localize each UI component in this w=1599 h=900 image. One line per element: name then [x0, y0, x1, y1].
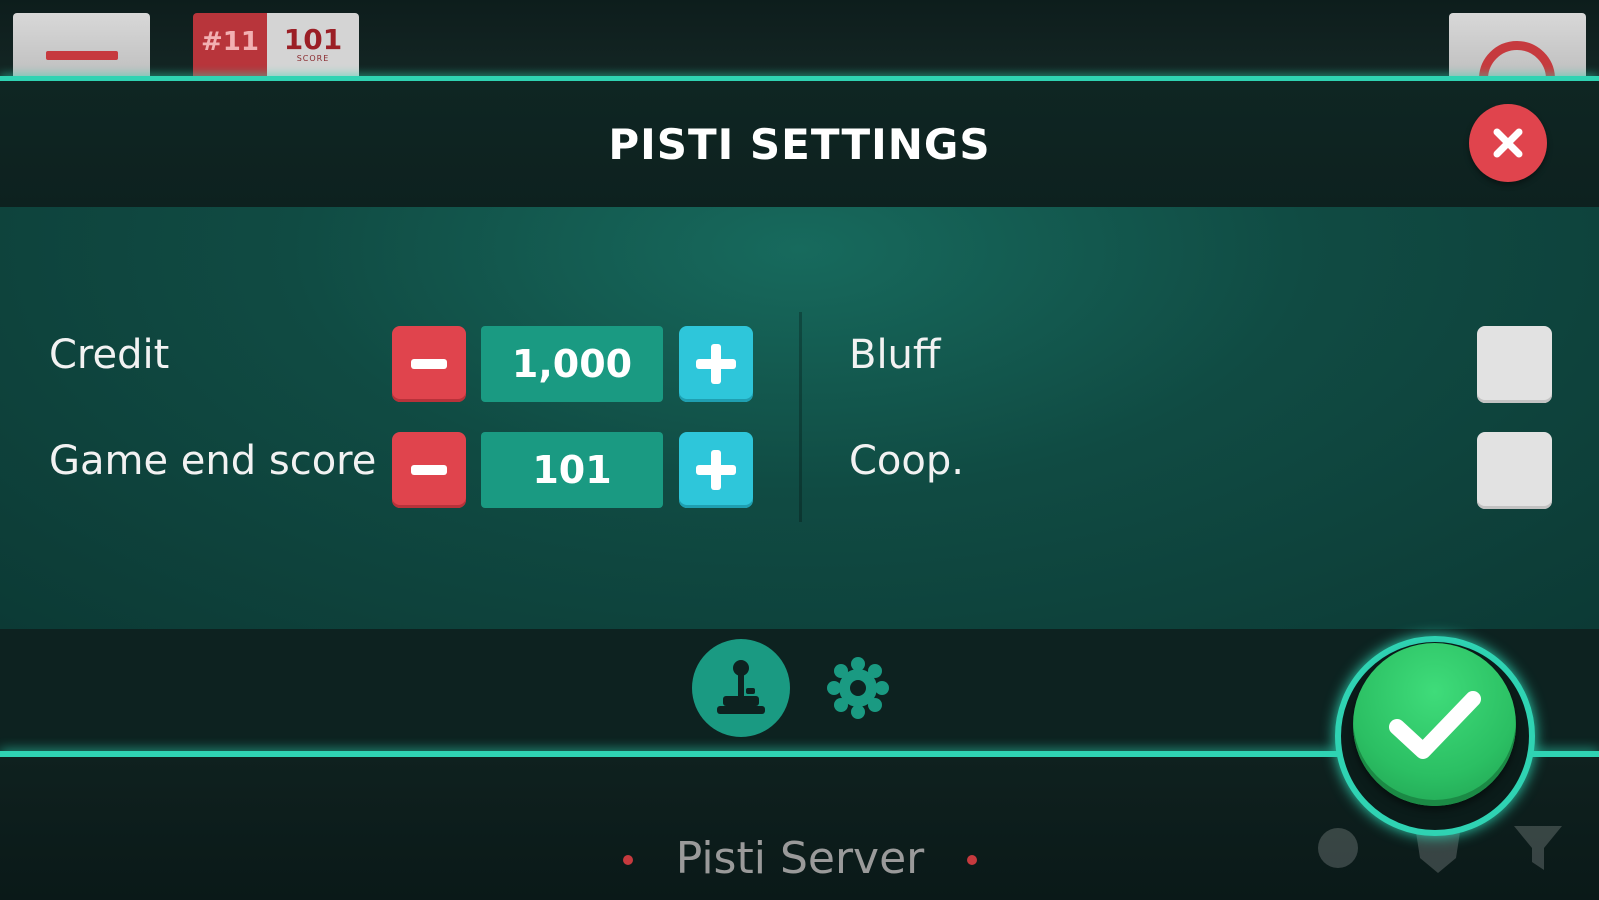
credit-decrease-button[interactable]	[392, 326, 466, 402]
game-end-score-increase-button[interactable]	[679, 432, 753, 508]
credit-label: Credit	[49, 332, 170, 378]
close-button[interactable]	[1469, 104, 1547, 182]
hamburger-icon	[46, 51, 118, 60]
ring-icon	[1479, 41, 1555, 77]
confirm-button[interactable]	[1353, 643, 1516, 806]
minus-icon	[411, 359, 447, 369]
bluff-label: Bluff	[849, 332, 941, 378]
game-end-score-decrease-button[interactable]	[392, 432, 466, 508]
plus-icon	[696, 450, 736, 490]
menu-button[interactable]	[13, 13, 150, 77]
tab-rules-settings[interactable]	[826, 656, 890, 720]
score-label: SCORE	[296, 54, 330, 63]
tab-game-settings[interactable]	[692, 639, 790, 737]
settings-icon[interactable]	[1308, 818, 1368, 878]
score-box: 101 SCORE	[267, 13, 359, 77]
checkmark-icon	[1388, 690, 1481, 759]
bluff-checkbox[interactable]	[1477, 326, 1552, 403]
modal-title: PISTI SETTINGS	[608, 119, 991, 169]
top-bar: #11 101 SCORE	[0, 0, 1599, 80]
server-dot-right	[967, 855, 977, 865]
rank-value: #11	[193, 13, 267, 77]
server-name: Pisti Server	[675, 832, 925, 884]
column-divider	[799, 312, 802, 522]
game-end-score-label: Game end score	[49, 438, 377, 484]
credit-increase-button[interactable]	[679, 326, 753, 402]
gear-icon	[827, 657, 889, 719]
coop-checkbox[interactable]	[1477, 432, 1552, 509]
credit-value: 1,000	[481, 326, 663, 402]
filter-icon[interactable]	[1508, 818, 1568, 878]
close-icon	[1493, 128, 1523, 158]
plus-icon	[696, 344, 736, 384]
minus-icon	[411, 465, 447, 475]
settings-panel: Credit 1,000 Game end score 101 Bluff Co…	[0, 207, 1599, 629]
top-right-button[interactable]	[1449, 13, 1586, 77]
score-value: 101	[283, 23, 343, 56]
modal-header: PISTI SETTINGS	[0, 81, 1599, 207]
joystick-icon	[717, 660, 765, 714]
rank-score-badge: #11 101 SCORE	[193, 13, 359, 77]
coop-label: Coop.	[849, 438, 964, 484]
game-end-score-value: 101	[481, 432, 663, 508]
